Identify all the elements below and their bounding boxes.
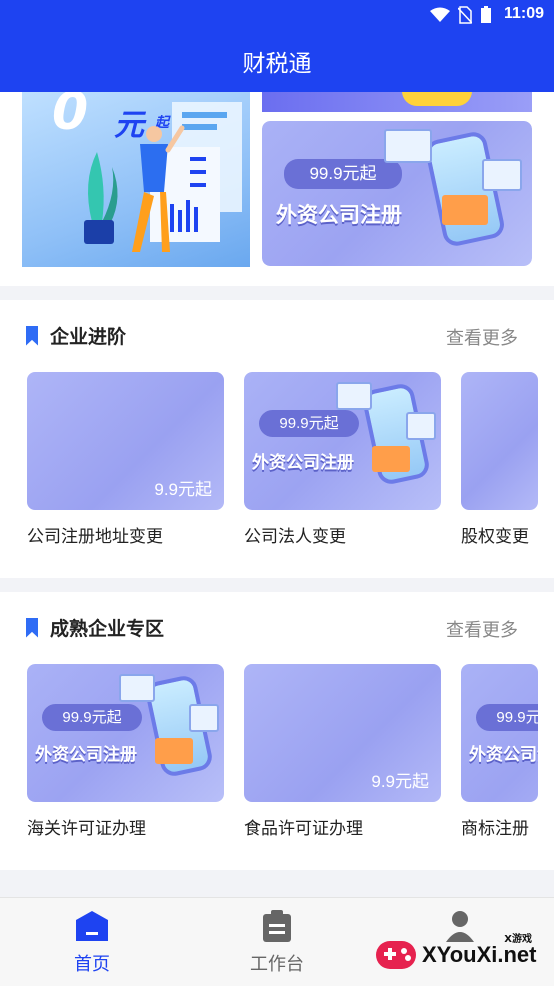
document-illustration	[482, 159, 522, 191]
view-more-link[interactable]: 查看更多	[446, 616, 518, 642]
decor-shape	[402, 92, 472, 106]
service-label: 商标注册	[461, 819, 529, 839]
site-watermark: X游戏 XYouXi.net	[374, 930, 544, 980]
service-thumbnail: 99.9元起 外资公司注册	[244, 372, 441, 510]
promo-banner: 0 元 起 99.9元起 外资公司注册	[0, 92, 554, 286]
price-label: 9.9元起	[154, 480, 212, 499]
message-illustration	[442, 195, 488, 225]
service-label: 股权变更	[461, 527, 529, 547]
section-title: 企业进阶	[50, 326, 127, 348]
section-mature-enterprise: 成熟企业专区 查看更多 99.9元起 外资公司注册 海关许可证办理 9.9元起 …	[0, 592, 554, 870]
app-screen: 11:09 财税通 0 元 起 99.9元起 外资公司注册 企业进阶 查看更多 …	[0, 0, 554, 986]
service-thumbnail: 9.9元起	[27, 372, 224, 510]
service-thumbnail: 99.9元起 外资公司注册	[461, 664, 538, 802]
service-item[interactable]: 9.9元起 公司注册地址变更	[27, 372, 224, 547]
battery-icon	[481, 6, 491, 23]
bookmark-icon	[26, 617, 38, 638]
status-time: 11:09	[503, 5, 544, 22]
card-illustration: 99.9元起 外资公司注册	[27, 664, 224, 802]
service-item[interactable]: 股权变更	[461, 372, 538, 547]
document-illustration	[189, 704, 219, 732]
service-label: 海关许可证办理	[27, 819, 146, 839]
service-thumbnail	[461, 372, 538, 510]
service-item[interactable]: 99.9元起 外资公司注册 商标注册	[461, 664, 554, 839]
card-illustration: 99.9元起 外资公司注册	[461, 664, 538, 802]
card-headline: 外资公司注册	[252, 453, 354, 473]
promo-card-top[interactable]	[262, 92, 532, 112]
app-header: 11:09 财税通	[0, 0, 554, 92]
tab-label: 工作台	[250, 954, 304, 975]
view-more-link[interactable]: 查看更多	[446, 324, 518, 350]
page-title: 财税通	[242, 51, 312, 77]
message-illustration	[372, 446, 410, 472]
status-icons	[430, 6, 492, 24]
status-bar: 11:09	[0, 0, 554, 30]
document-illustration	[336, 382, 372, 410]
service-item[interactable]: 9.9元起 食品许可证办理	[244, 664, 441, 839]
promo-card-zero-yuan[interactable]: 0 元 起	[22, 92, 250, 267]
message-illustration	[155, 738, 193, 764]
section-header: 成熟企业专区	[26, 614, 164, 641]
section-title: 成熟企业专区	[50, 618, 165, 640]
service-label: 公司法人变更	[244, 527, 346, 547]
card-headline: 外资公司注册	[469, 745, 538, 765]
businessman-illustration	[84, 102, 242, 252]
document-illustration	[406, 412, 436, 440]
wifi-icon	[430, 7, 450, 22]
service-label: 食品许可证办理	[244, 819, 363, 839]
clipboard-icon	[263, 910, 291, 942]
service-label: 公司注册地址变更	[27, 527, 163, 547]
card-illustration: 99.9元起 外资公司注册	[244, 372, 441, 510]
price-label: 9.9元起	[371, 772, 429, 791]
service-item[interactable]: 99.9元起 外资公司注册 海关许可证办理	[27, 664, 224, 839]
tab-home[interactable]: 首页	[42, 910, 142, 976]
price-tag: 99.9元起	[476, 704, 538, 731]
price-tag: 99.9元起	[42, 704, 142, 731]
home-icon	[76, 911, 108, 941]
bookmark-icon	[26, 325, 38, 346]
service-thumbnail: 99.9元起 外资公司注册	[27, 664, 224, 802]
price-tag: 99.9元起	[259, 410, 359, 437]
card-headline: 外资公司注册	[276, 203, 402, 227]
tab-label: 首页	[74, 954, 110, 975]
price-tag: 99.9元起	[284, 159, 402, 189]
section-header: 企业进阶	[26, 322, 126, 349]
watermark-brand: XYouXi.net	[422, 942, 537, 967]
promo-card-foreign-company[interactable]: 99.9元起 外资公司注册	[262, 121, 532, 266]
service-thumbnail: 9.9元起	[244, 664, 441, 802]
section-enterprise-upgrade: 企业进阶 查看更多 9.9元起 公司注册地址变更 99.9元起 外资公司注册 公…	[0, 300, 554, 578]
no-sim-icon	[458, 6, 472, 24]
gamepad-logo-icon	[376, 941, 416, 969]
card-headline: 外资公司注册	[35, 745, 137, 765]
service-item[interactable]: 99.9元起 外资公司注册 公司法人变更	[244, 372, 441, 547]
tab-workbench[interactable]: 工作台	[227, 910, 327, 976]
document-illustration	[119, 674, 155, 702]
card-illustration: 99.9元起 外资公司注册	[262, 121, 532, 266]
document-illustration	[384, 129, 432, 163]
